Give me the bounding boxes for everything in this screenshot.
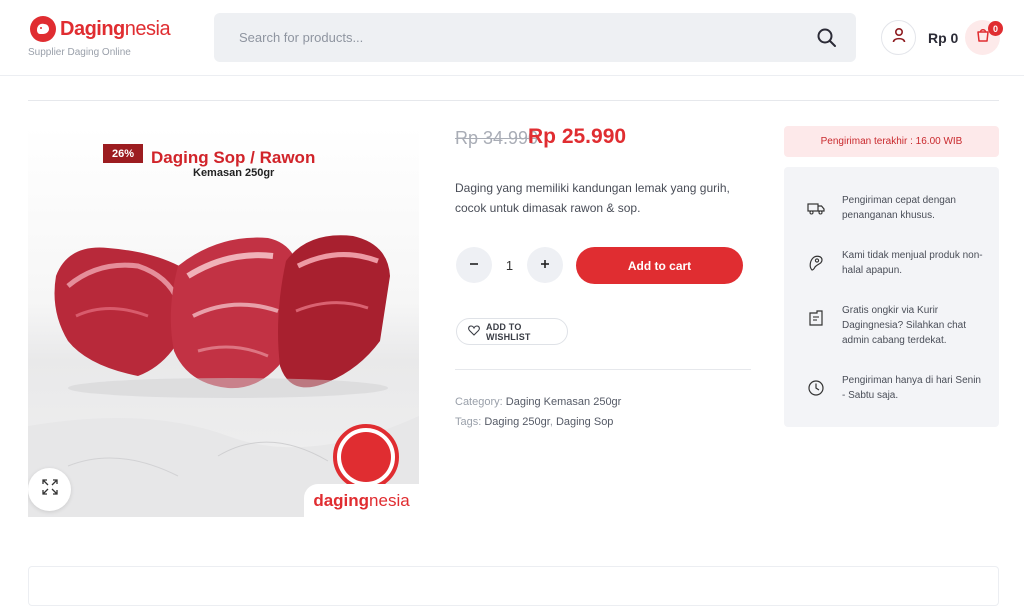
user-icon bbox=[891, 27, 907, 48]
tag-link[interactable]: Daging 250gr bbox=[484, 416, 549, 428]
logo-tagline: Supplier Daging Online bbox=[28, 47, 131, 58]
search-input[interactable] bbox=[214, 13, 804, 62]
product-image[interactable]: 26% Daging Sop / Rawon Kemasan 250gr dag… bbox=[28, 126, 419, 517]
feature-item: Gratis ongkir via Kurir Dagingnesia? Sil… bbox=[807, 303, 987, 348]
truck-icon bbox=[807, 199, 825, 217]
price-sale: Rp 25.990 bbox=[528, 125, 627, 148]
site-header: Dagingnesia Supplier Daging Online Rp 0 … bbox=[0, 0, 1024, 76]
product-tags: Tags: Daging 250gr, Daging Sop bbox=[455, 416, 614, 428]
wishlist-label: ADD TO WISHLIST bbox=[486, 321, 531, 342]
cart-count-badge: 0 bbox=[988, 21, 1003, 36]
divider bbox=[28, 100, 999, 101]
feature-text: Kami tidak menjual produk non-halal apap… bbox=[842, 250, 983, 276]
logo-icon bbox=[30, 16, 56, 42]
account-button[interactable] bbox=[881, 20, 916, 55]
product-tabs-container bbox=[28, 566, 999, 606]
category-link[interactable]: Daging Kemasan 250gr bbox=[506, 396, 622, 408]
quantity-input[interactable] bbox=[492, 247, 527, 283]
logo-wordmark: Dagingnesia bbox=[60, 18, 171, 40]
delivery-notice: Pengiriman terakhir : 16.00 WIB bbox=[784, 126, 999, 157]
quantity-increase-button[interactable] bbox=[527, 247, 563, 283]
box-icon bbox=[807, 309, 825, 327]
divider bbox=[455, 369, 751, 370]
plus-icon bbox=[540, 256, 550, 274]
image-watermark: daging nesia bbox=[304, 484, 419, 517]
feature-text: Pengiriman hanya di hari Senin - Sabtu s… bbox=[842, 375, 981, 401]
zoom-button[interactable] bbox=[28, 468, 71, 511]
image-title: Daging Sop / Rawon bbox=[151, 148, 316, 167]
features-panel: Pengiriman cepat dengan penanganan khusu… bbox=[784, 167, 999, 427]
product-category: Category: Daging Kemasan 250gr bbox=[455, 396, 622, 408]
site-logo[interactable]: Dagingnesia Supplier Daging Online bbox=[28, 14, 198, 60]
heart-icon bbox=[468, 325, 480, 338]
clock-icon bbox=[807, 379, 825, 397]
minus-icon bbox=[469, 256, 479, 274]
feature-text: Pengiriman cepat dengan penanganan khusu… bbox=[842, 195, 956, 221]
product-description: Daging yang memiliki kandungan lemak yan… bbox=[455, 181, 730, 215]
feature-item: Pengiriman cepat dengan penanganan khusu… bbox=[807, 193, 987, 223]
expand-icon bbox=[41, 478, 59, 501]
cart-total[interactable]: Rp 0 bbox=[928, 30, 958, 46]
tag-link[interactable]: Daging Sop bbox=[556, 416, 614, 428]
feature-item: Kami tidak menjual produk non-halal apap… bbox=[807, 248, 987, 278]
steak-icon bbox=[807, 254, 825, 272]
quantity-decrease-button[interactable] bbox=[456, 247, 492, 283]
brand-seal-icon bbox=[333, 424, 399, 490]
price-regular: Rp 34.990 bbox=[455, 128, 539, 148]
discount-badge: 26% bbox=[103, 144, 143, 163]
search-bar bbox=[214, 13, 856, 62]
add-to-cart-button[interactable]: Add to cart bbox=[576, 247, 743, 284]
add-to-wishlist-button[interactable]: ADD TO WISHLIST bbox=[456, 318, 568, 345]
image-subtitle: Kemasan 250gr bbox=[193, 167, 275, 179]
feature-item: Pengiriman hanya di hari Senin - Sabtu s… bbox=[807, 373, 987, 403]
feature-text: Gratis ongkir via Kurir Dagingnesia? Sil… bbox=[842, 305, 966, 346]
search-icon[interactable] bbox=[816, 27, 838, 49]
